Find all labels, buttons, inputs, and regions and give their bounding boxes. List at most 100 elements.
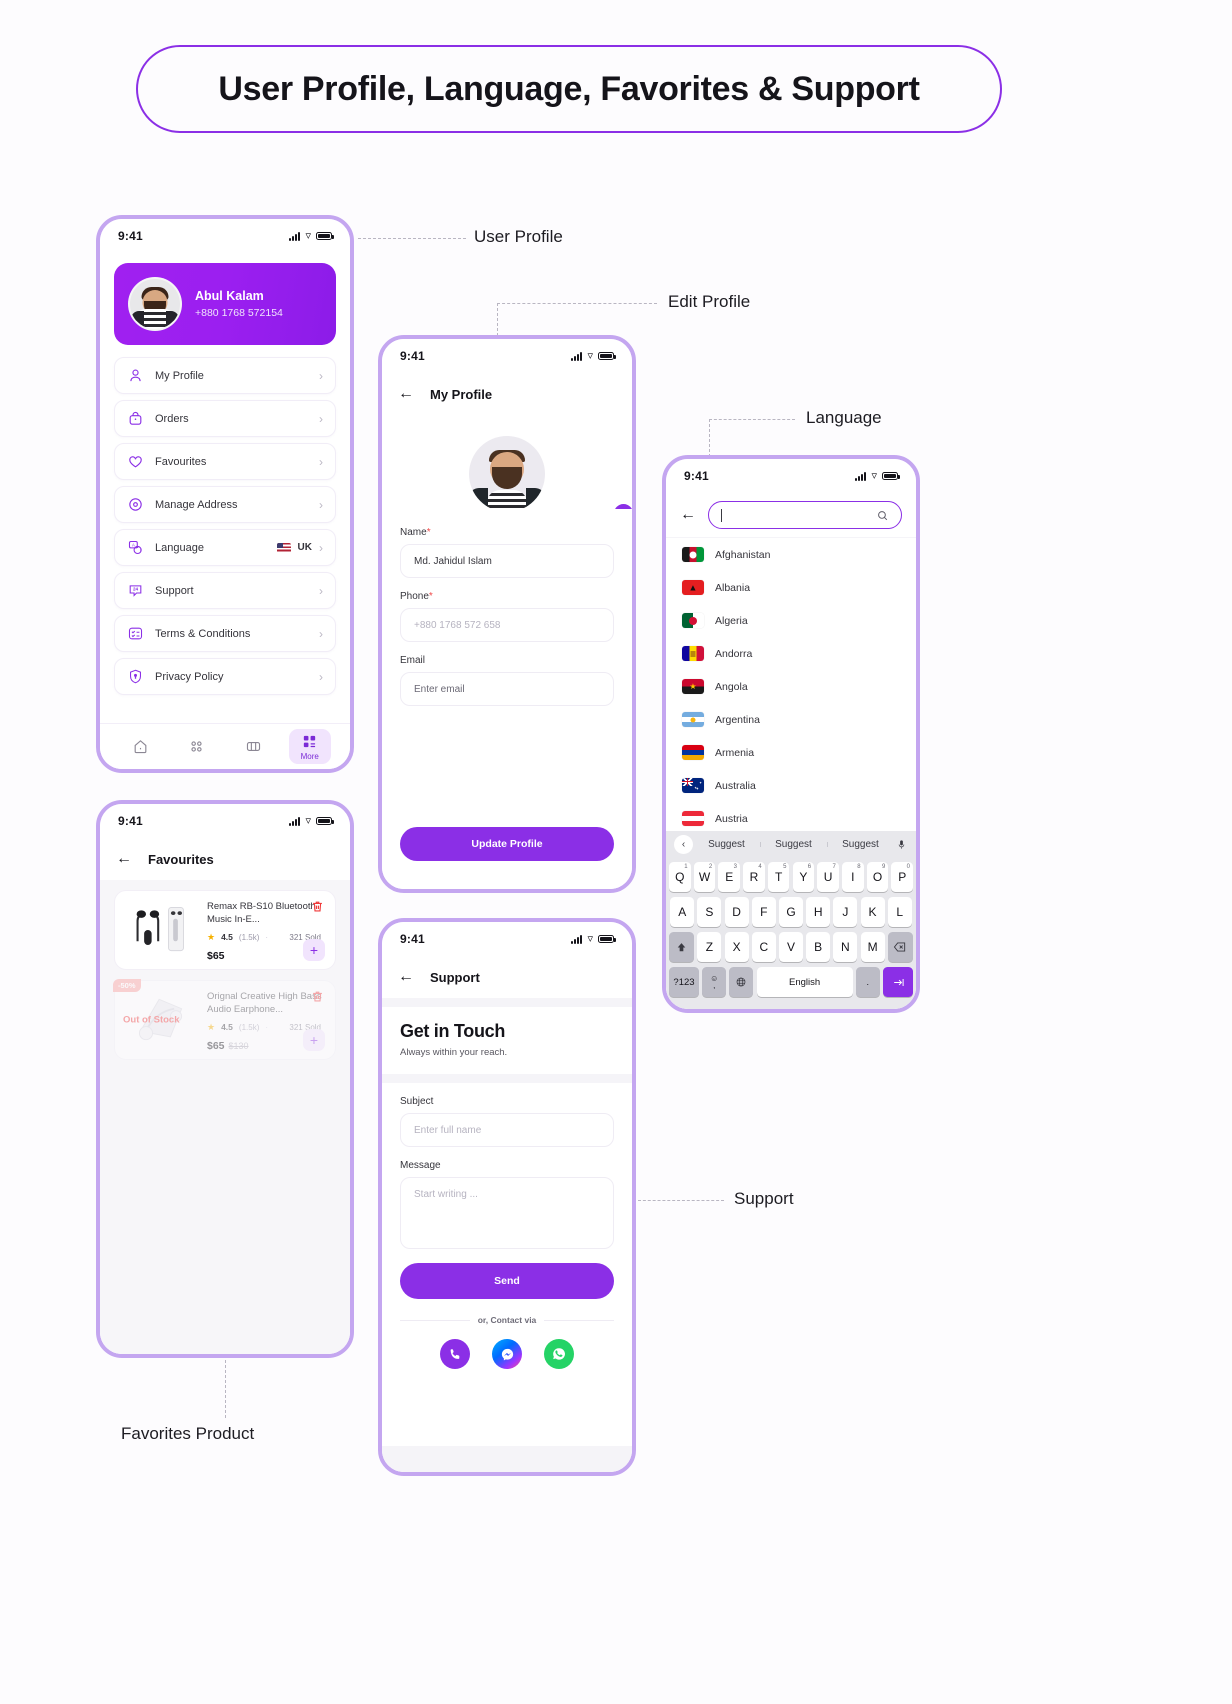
- microphone-icon[interactable]: [894, 839, 908, 850]
- backspace-icon[interactable]: [887, 932, 913, 962]
- menu-item-language[interactable]: A Language UK ›: [114, 529, 336, 566]
- key-r[interactable]: R4: [743, 862, 765, 892]
- key-k[interactable]: K: [860, 897, 885, 927]
- update-profile-button[interactable]: Update Profile: [400, 827, 614, 861]
- required-marker: *: [426, 527, 431, 538]
- profile-header-card[interactable]: Abul Kalam +880 1768 572154: [114, 263, 336, 345]
- key-i[interactable]: I8: [842, 862, 864, 892]
- menu-item-support[interactable]: 24 Support ›: [114, 572, 336, 609]
- key-t[interactable]: T5: [767, 862, 790, 892]
- delete-icon[interactable]: [310, 989, 325, 1004]
- status-bar: 9:41 ▿: [100, 804, 350, 838]
- keyboard-row-2: A S D F G H J K L: [669, 897, 913, 927]
- tab-home[interactable]: [119, 738, 161, 755]
- back-arrow-icon[interactable]: ←: [398, 386, 414, 402]
- phone-field[interactable]: +880 1768 572 658: [400, 608, 614, 642]
- key-d[interactable]: D: [724, 897, 749, 927]
- send-button[interactable]: Send: [400, 1263, 614, 1299]
- add-to-cart-button[interactable]: +: [303, 1029, 325, 1051]
- menu-item-favourites[interactable]: Favourites ›: [114, 443, 336, 480]
- shift-icon[interactable]: [669, 932, 695, 962]
- tab-category[interactable]: [176, 738, 218, 755]
- back-arrow-icon[interactable]: ←: [398, 969, 414, 985]
- favourite-item[interactable]: -50% Out of Stock Orignal Creative High …: [113, 979, 336, 1060]
- key-w[interactable]: W2: [693, 862, 716, 892]
- nav-header: ← My Profile: [382, 373, 632, 415]
- country-row[interactable]: Austria: [682, 802, 900, 831]
- country-row[interactable]: Armenia: [682, 736, 900, 769]
- key-f[interactable]: F: [751, 897, 776, 927]
- key-h[interactable]: H: [806, 897, 831, 927]
- svg-text:A: A: [132, 542, 135, 547]
- message-field[interactable]: Start writing ...: [400, 1177, 614, 1249]
- key-q[interactable]: Q1: [669, 862, 691, 892]
- key-l[interactable]: L: [887, 897, 912, 927]
- callout-favorites-product: Favorites Product: [121, 1424, 255, 1443]
- suggestion[interactable]: Suggest: [693, 839, 760, 850]
- key-emoji[interactable]: ☺ ,: [702, 967, 727, 997]
- menu-item-my-profile[interactable]: My Profile ›: [114, 357, 336, 394]
- messenger-icon[interactable]: [492, 1339, 522, 1369]
- country-row[interactable]: Algeria: [682, 604, 900, 637]
- suggestion[interactable]: Suggest: [827, 839, 894, 850]
- key-a[interactable]: A: [670, 897, 695, 927]
- wifi-icon: ▿: [587, 932, 593, 945]
- country-row[interactable]: Andorra: [682, 637, 900, 670]
- chevron-left-icon[interactable]: ‹: [674, 834, 693, 854]
- email-field[interactable]: Enter email: [400, 672, 614, 706]
- suggestion[interactable]: Suggest: [760, 839, 827, 850]
- country-row[interactable]: Afghanistan: [682, 538, 900, 571]
- wifi-icon: ▿: [305, 229, 311, 242]
- flag-at: [682, 811, 704, 826]
- key-period[interactable]: .: [855, 967, 880, 997]
- key-n[interactable]: N: [833, 932, 858, 962]
- globe-icon[interactable]: [729, 967, 754, 997]
- bottom-tab-bar: More: [100, 723, 350, 769]
- page-title: My Profile: [430, 386, 493, 402]
- country-row[interactable]: ★ Angola: [682, 670, 900, 703]
- tab-wallet[interactable]: [232, 738, 274, 755]
- menu-item-orders[interactable]: Orders ›: [114, 400, 336, 437]
- key-m[interactable]: M: [860, 932, 885, 962]
- key-space[interactable]: English: [756, 967, 853, 997]
- key-x[interactable]: X: [724, 932, 749, 962]
- page-title-banner: User Profile, Language, Favorites & Supp…: [136, 45, 1002, 133]
- whatsapp-icon[interactable]: [544, 1339, 574, 1369]
- country-row[interactable]: ▲ Albania: [682, 571, 900, 604]
- key-e[interactable]: E3: [718, 862, 740, 892]
- menu-item-manage-address[interactable]: Manage Address ›: [114, 486, 336, 523]
- key-y[interactable]: Y6: [792, 862, 815, 892]
- delete-icon[interactable]: [310, 899, 325, 914]
- tab-more[interactable]: More: [288, 729, 331, 764]
- key-b[interactable]: B: [806, 932, 831, 962]
- key-numeric[interactable]: ?123: [669, 967, 699, 997]
- key-g[interactable]: G: [779, 897, 803, 927]
- key-o[interactable]: O9: [866, 862, 889, 892]
- search-input[interactable]: [708, 501, 902, 529]
- menu-item-terms-and-conditions[interactable]: Terms & Conditions ›: [114, 615, 336, 652]
- menu-item-privacy-policy[interactable]: Privacy Policy ›: [114, 658, 336, 695]
- key-z[interactable]: Z: [697, 932, 722, 962]
- country-row[interactable]: ✦ ✦ ✦ Australia: [682, 769, 900, 802]
- chevron-right-icon: ›: [319, 583, 323, 598]
- add-to-cart-button[interactable]: +: [303, 939, 325, 961]
- back-arrow-icon[interactable]: ←: [680, 507, 696, 523]
- subject-field[interactable]: Enter full name: [400, 1113, 614, 1147]
- svg-text:24: 24: [133, 587, 139, 592]
- status-time: 9:41: [118, 814, 143, 828]
- key-j[interactable]: J: [833, 897, 858, 927]
- country-row[interactable]: Argentina: [682, 703, 900, 736]
- key-c[interactable]: C: [751, 932, 776, 962]
- key-v[interactable]: V: [779, 932, 803, 962]
- key-p[interactable]: P0: [891, 862, 913, 892]
- name-field[interactable]: Md. Jahidul Islam: [400, 544, 614, 578]
- country-name: Argentina: [715, 713, 760, 726]
- enter-icon[interactable]: [883, 967, 913, 997]
- phone-icon[interactable]: [440, 1339, 470, 1369]
- key-u[interactable]: U7: [817, 862, 839, 892]
- favourite-item[interactable]: Remax RB-S10 Bluetooth Music In-E... ★ 4…: [114, 890, 336, 970]
- key-s[interactable]: S: [697, 897, 722, 927]
- callout-line-edit-profile-v: [497, 303, 498, 336]
- back-arrow-icon[interactable]: ←: [116, 851, 132, 867]
- callout-user-profile: User Profile: [474, 227, 563, 246]
